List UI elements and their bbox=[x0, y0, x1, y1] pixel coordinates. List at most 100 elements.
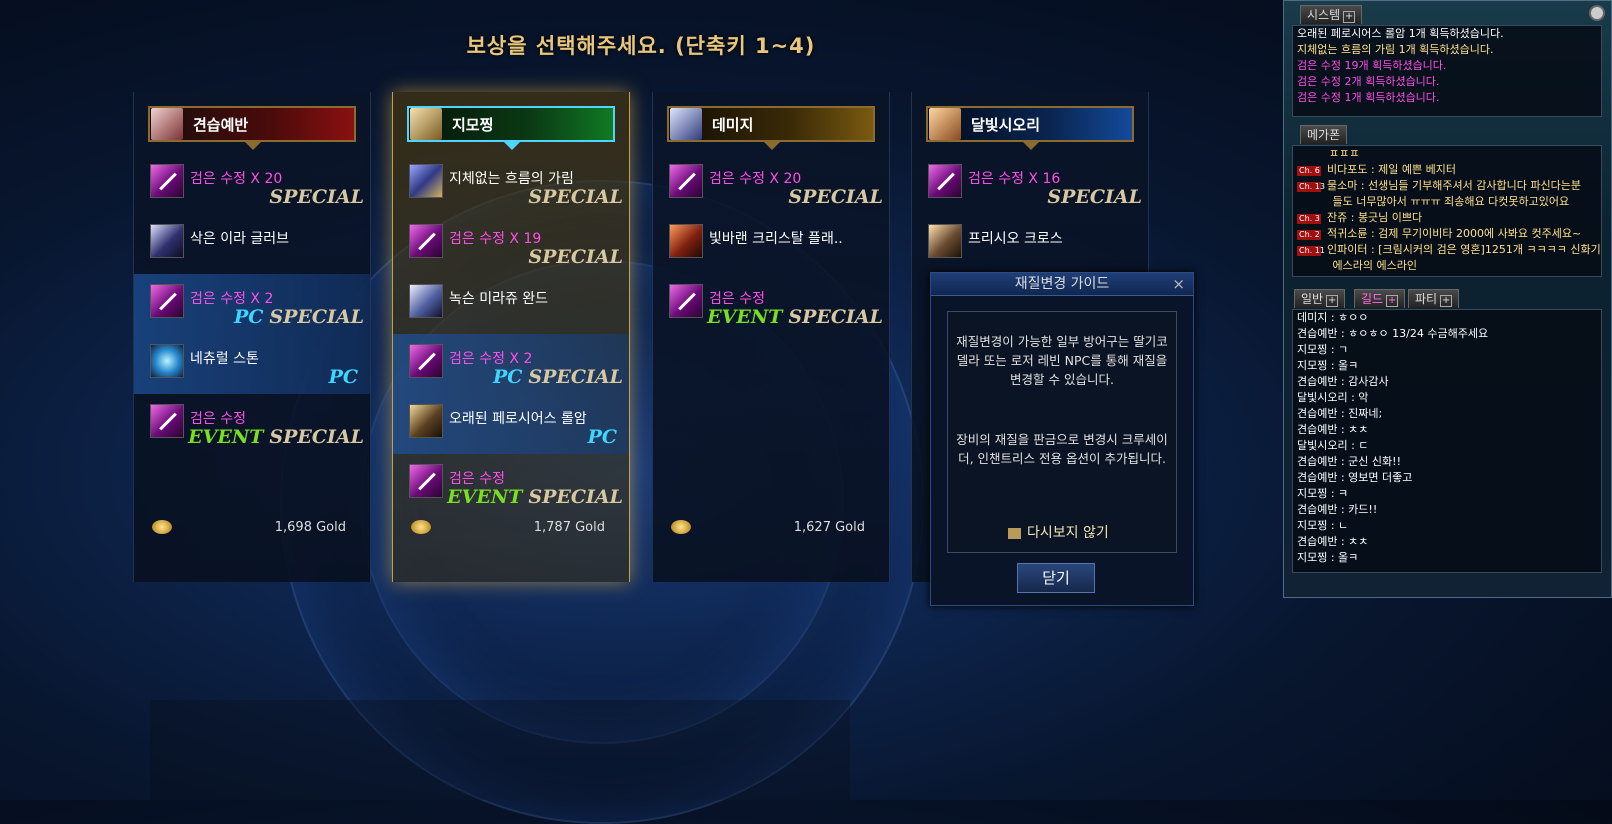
character-header: 견습예반 bbox=[148, 106, 356, 150]
reward-item-tag bbox=[1136, 246, 1142, 268]
general-chat-line: 견습예반 : 진짜네; bbox=[1297, 407, 1383, 420]
crystal-icon bbox=[409, 464, 443, 498]
tab-system[interactable]: 시스템 + bbox=[1300, 5, 1363, 24]
character-portrait bbox=[151, 108, 183, 140]
megaphone-log-line: Ch. 6 비다포도 : 제일 예쁜 베지터 bbox=[1293, 162, 1601, 178]
channel-badge: Ch. 2 bbox=[1297, 230, 1321, 240]
megaphone-log-line: 들도 너무많아서 ㅠㅠㅠ 죄송해요 다컷못하고있어요 bbox=[1293, 194, 1601, 210]
guide-body: 재질변경이 가능한 일부 방어구는 딸기코 델라 또는 로저 레빈 NPC를 통… bbox=[947, 311, 1177, 553]
system-log-line: 지체없는 흐름의 가림 1개 획득하셨습니다. bbox=[1297, 43, 1494, 56]
general-chat-line: 지모찡 : ㅋ bbox=[1297, 487, 1349, 500]
channel-badge: Ch. 3 bbox=[1297, 214, 1321, 224]
gold-amount: 1,787 Gold bbox=[533, 520, 605, 535]
character-name: 지모찡 bbox=[452, 115, 494, 134]
guide-title: 재질변경 가이드 × bbox=[931, 273, 1193, 296]
tab-general-label: 일반 bbox=[1301, 292, 1324, 306]
reward-item: 네츄럴 스톤 PC bbox=[134, 334, 370, 394]
reward-item: 검은 수정 X 2 PC SPECIAL bbox=[134, 274, 370, 334]
megaphone-message: 들도 너무많아서 ㅠㅠㅠ 죄송해요 다컷못하고있어요 bbox=[1329, 195, 1570, 208]
megaphone-log-line: Ch. 2 적귀소륜 : 검제 무기이비타 2000에 사봐요 컷주세요~ bbox=[1293, 226, 1601, 242]
general-chat-line: 달빛시오리 : ㄷ bbox=[1297, 439, 1369, 452]
reward-tag-special: SPECIAL bbox=[269, 306, 364, 328]
reward-item-name: 검은 수정 bbox=[709, 291, 765, 307]
tab-guild[interactable]: 길드 + bbox=[1354, 289, 1406, 308]
reward-item: 지체없는 흐름의 가림 SPECIAL bbox=[393, 154, 629, 214]
crystal-icon bbox=[669, 284, 703, 318]
character-name: 데미지 bbox=[712, 115, 754, 134]
reward-tag-primary: EVENT bbox=[707, 306, 783, 328]
tab-megaphone[interactable]: 메가폰 bbox=[1300, 125, 1348, 144]
tab-party-label: 파티 bbox=[1415, 292, 1438, 306]
channel-badge: Ch. 13 bbox=[1297, 182, 1325, 192]
reward-column[interactable]: 데미지 검은 수정 X 20 SPECIAL 빛바랜 크리스탈 플래.. 검은 수정 EV… bbox=[652, 92, 890, 582]
megaphone-log-line: Ch. 13 물소마 : 선생님들 기부해주셔서 감사합니다 파신다는분 bbox=[1293, 178, 1601, 194]
plus-icon[interactable]: + bbox=[1326, 295, 1339, 307]
gear-icon[interactable] bbox=[1589, 5, 1605, 21]
reward-item-name: 검은 수정 X 16 bbox=[968, 171, 1061, 187]
gold-coin-icon bbox=[152, 520, 172, 534]
reward-tag-primary: PC bbox=[587, 426, 617, 448]
close-icon[interactable]: × bbox=[1172, 273, 1185, 295]
megaphone-log-line: Ch. 11 인파이터 : [크림시커의 검은 영혼]1251개 ㅋㅋㅋㅋ 신화기… bbox=[1293, 242, 1601, 258]
close-guide-button[interactable]: 닫기 bbox=[1017, 563, 1095, 593]
crystal-icon bbox=[150, 164, 184, 198]
reward-item-tag: PC bbox=[588, 426, 623, 448]
crystal-icon bbox=[409, 224, 443, 258]
gold-coin-icon bbox=[671, 520, 691, 534]
megaphone-message: 물소마 : 선생님들 기부해주셔서 감사합니다 파신다는분 bbox=[1327, 179, 1581, 192]
system-log-line: 오래된 페로시어스 롤암 1개 획득하셨습니다. bbox=[1297, 27, 1504, 40]
gold-coin-icon bbox=[411, 520, 431, 534]
reward-item: 검은 수정 EVENT SPECIAL bbox=[134, 394, 370, 454]
reward-item-tag: SPECIAL bbox=[782, 186, 883, 208]
reward-item-name: 검은 수정 X 19 bbox=[449, 231, 542, 247]
general-chat-line: 견습예반 : 영보면 더좋고 bbox=[1297, 471, 1413, 484]
material-change-guide-dialog: 재질변경 가이드 × 재질변경이 가능한 일부 방어구는 딸기코 델라 또는 로… bbox=[930, 272, 1194, 606]
reward-item-tag: EVENT SPECIAL bbox=[447, 486, 623, 508]
plus-icon[interactable]: + bbox=[1386, 295, 1399, 307]
reward-tag-special: SPECIAL bbox=[788, 186, 883, 208]
megaphone-message: 비다포도 : 제일 예쁜 베지터 bbox=[1327, 163, 1457, 176]
reward-item-name: 지체없는 흐름의 가림 bbox=[449, 171, 574, 187]
general-chat-line: 지모찡 : ㄱ bbox=[1297, 343, 1349, 356]
tab-guild-label: 길드 bbox=[1361, 292, 1384, 306]
reward-tag-special: SPECIAL bbox=[269, 186, 364, 208]
reward-item-tag: EVENT SPECIAL bbox=[707, 306, 883, 328]
reward-tag-special: SPECIAL bbox=[788, 306, 883, 328]
megaphone-log-line: ㅍㅍㅍ bbox=[1293, 146, 1601, 162]
character-header: 데미지 bbox=[667, 106, 875, 150]
cross-icon bbox=[928, 224, 962, 258]
crystal-icon bbox=[669, 164, 703, 198]
system-log-line: 검은 수정 19개 획득하셨습니다. bbox=[1297, 59, 1447, 72]
crystal-icon bbox=[150, 404, 184, 438]
tab-general[interactable]: 일반 + bbox=[1294, 289, 1346, 308]
reward-item-name: 검은 수정 X 20 bbox=[709, 171, 802, 187]
plus-icon[interactable]: + bbox=[1343, 11, 1356, 23]
plus-icon[interactable]: + bbox=[1440, 295, 1453, 307]
reward-item-tag: SPECIAL bbox=[263, 186, 364, 208]
reward-tag-primary: PC bbox=[233, 306, 264, 328]
system-log-line: 검은 수정 1개 획득하셨습니다. bbox=[1297, 91, 1440, 104]
general-chat-line: 견습예반 : 군신 신화!! bbox=[1297, 455, 1401, 468]
guide-text-npc: 재질변경이 가능한 일부 방어구는 딸기코 델라 또는 로저 레빈 NPC를 통… bbox=[956, 334, 1168, 387]
reward-item: 검은 수정 X 19 SPECIAL bbox=[393, 214, 629, 274]
reward-tag-special: SPECIAL bbox=[528, 246, 623, 268]
reward-item: 검은 수정 EVENT SPECIAL bbox=[393, 454, 629, 514]
reward-item-name: 검은 수정 X 20 bbox=[190, 171, 283, 187]
chat-panel: 시스템 + 오래된 페로시어스 롤암 1개 획득하셨습니다. 지체없는 흐름의 가림… bbox=[1283, 0, 1612, 598]
stone-icon bbox=[150, 344, 184, 378]
tab-party[interactable]: 파티 + bbox=[1408, 289, 1460, 308]
dont-show-again-checkbox[interactable]: 다시보지 않기 bbox=[1008, 522, 1109, 542]
crystal-icon bbox=[409, 344, 443, 378]
reward-column[interactable]: 지모찡 지체없는 흐름의 가림 SPECIAL 검은 수정 X 19 SPECIAL 녹슨… bbox=[392, 92, 630, 582]
reward-tag-primary: EVENT bbox=[188, 426, 264, 448]
reward-column[interactable]: 견습예반 검은 수정 X 20 SPECIAL 삭은 이라 글러브 검은 수정 X 2P… bbox=[133, 92, 371, 582]
reward-item: 삭은 이라 글러브 bbox=[134, 214, 370, 274]
reward-item-name: 검은 수정 X 2 bbox=[449, 351, 533, 367]
crystal-icon bbox=[150, 284, 184, 318]
crystal-icon bbox=[928, 164, 962, 198]
guide-title-text: 재질변경 가이드 bbox=[1014, 276, 1110, 292]
reward-item-name: 녹슨 미라쥬 완드 bbox=[449, 291, 549, 307]
reward-item: 녹슨 미라쥬 완드 bbox=[393, 274, 629, 334]
character-name: 달빛시오리 bbox=[971, 115, 1041, 134]
reward-item-tag: PC bbox=[329, 366, 364, 388]
